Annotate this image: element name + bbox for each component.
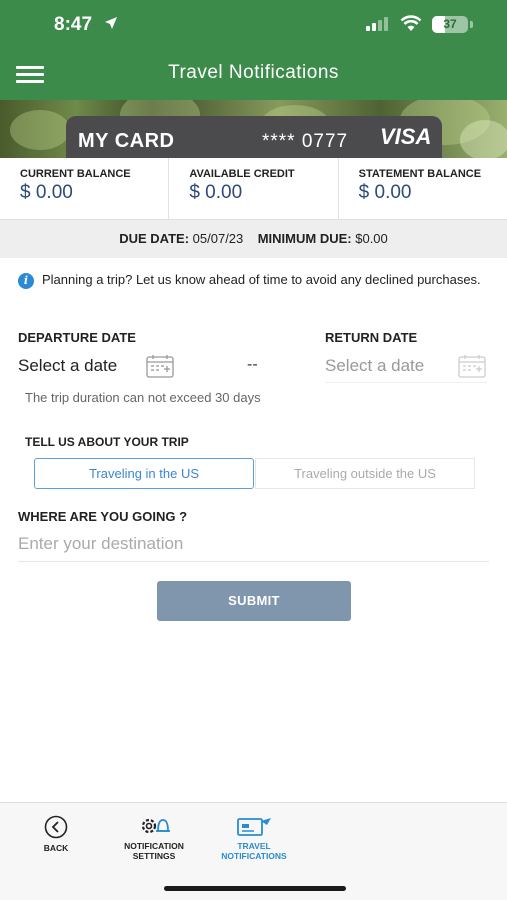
nav-travel-notifications[interactable]: TRAVEL NOTIFICATIONS xyxy=(210,815,298,861)
battery-tip xyxy=(470,21,473,28)
departure-date-placeholder: Select a date xyxy=(18,356,118,375)
info-icon: i xyxy=(18,273,34,289)
nav-travel-label-2: NOTIFICATIONS xyxy=(221,851,287,861)
battery-icon: 37 xyxy=(432,16,468,33)
balance-label: STATEMENT BALANCE xyxy=(358,168,482,180)
traveling-outside-us-option[interactable]: Traveling outside the US xyxy=(255,458,475,489)
nav-notification-label-1: NOTIFICATION xyxy=(124,841,184,851)
card-name: MY CARD xyxy=(78,130,175,152)
cellular-signal-icon xyxy=(366,17,388,31)
departure-date-label: DEPARTURE DATE xyxy=(18,330,136,345)
balance-value: $ 0.00 xyxy=(189,182,243,203)
return-date-field[interactable]: Select a date xyxy=(325,349,487,383)
date-separator: -- xyxy=(247,356,258,373)
status-time: 8:47 xyxy=(54,14,93,35)
home-indicator xyxy=(164,886,346,891)
battery-level: 37 xyxy=(443,17,457,31)
current-balance: CURRENT BALANCE $ 0.00 xyxy=(0,158,170,219)
balance-value: $ 0.00 xyxy=(358,182,412,203)
nav-back[interactable]: BACK xyxy=(36,815,76,853)
visa-logo: VISA xyxy=(380,124,432,149)
trip-duration-hint: The trip duration can not exceed 30 days xyxy=(25,390,261,405)
balance-summary: CURRENT BALANCE $ 0.00 AVAILABLE CREDIT … xyxy=(0,158,507,220)
destination-label: WHERE ARE YOU GOING ? xyxy=(18,509,188,524)
trip-info: i Planning a trip? Let us know ahead of … xyxy=(18,272,488,289)
destination-input[interactable]: Enter your destination xyxy=(18,530,489,562)
minimum-due-label: MINIMUM DUE: xyxy=(257,231,352,246)
travel-card-plane-icon xyxy=(237,818,271,836)
calendar-icon[interactable] xyxy=(145,354,175,378)
submit-button[interactable]: SUBMIT xyxy=(157,581,351,621)
app-header: 8:47 37 Travel Notifications xyxy=(0,0,507,100)
return-date-placeholder: Select a date xyxy=(325,355,425,375)
credit-card[interactable]: MY CARD **** 0777 VISA xyxy=(66,116,442,160)
traveling-in-us-option[interactable]: Traveling in the US xyxy=(34,458,254,489)
calendar-icon[interactable] xyxy=(457,354,487,378)
nav-travel-label-1: TRAVEL xyxy=(237,841,271,851)
due-date-bar: DUE DATE: 05/07/23 MINIMUM DUE: $0.00 xyxy=(0,220,507,258)
departure-date-field[interactable]: Select a date xyxy=(18,349,175,383)
wifi-icon xyxy=(400,15,422,31)
available-credit: AVAILABLE CREDIT $ 0.00 xyxy=(169,158,339,219)
due-date-value: 05/07/23 xyxy=(192,231,244,246)
nav-notification-settings[interactable]: NOTIFICATION SETTINGS xyxy=(112,815,196,861)
card-number: **** 0777 xyxy=(262,131,349,152)
statement-balance: STATEMENT BALANCE $ 0.00 xyxy=(339,158,507,219)
location-arrow-icon xyxy=(105,17,117,29)
balance-value: $ 0.00 xyxy=(20,182,73,203)
balance-label: CURRENT BALANCE xyxy=(20,168,131,180)
due-date-label: DUE DATE: xyxy=(119,231,190,246)
balance-label: AVAILABLE CREDIT xyxy=(189,168,295,180)
return-date-label: RETURN DATE xyxy=(325,330,418,345)
nav-notification-label-2: SETTINGS xyxy=(132,851,176,861)
info-text: Planning a trip? Let us know ahead of ti… xyxy=(42,272,481,287)
status-bar: 8:47 37 xyxy=(0,0,507,50)
minimum-due-value: $0.00 xyxy=(355,231,388,246)
gear-bell-icon xyxy=(141,818,170,834)
trip-type-label: TELL US ABOUT YOUR TRIP xyxy=(25,435,189,449)
page-title: Travel Notifications xyxy=(168,62,339,83)
nav-back-label: BACK xyxy=(43,843,69,853)
back-icon xyxy=(44,815,68,839)
